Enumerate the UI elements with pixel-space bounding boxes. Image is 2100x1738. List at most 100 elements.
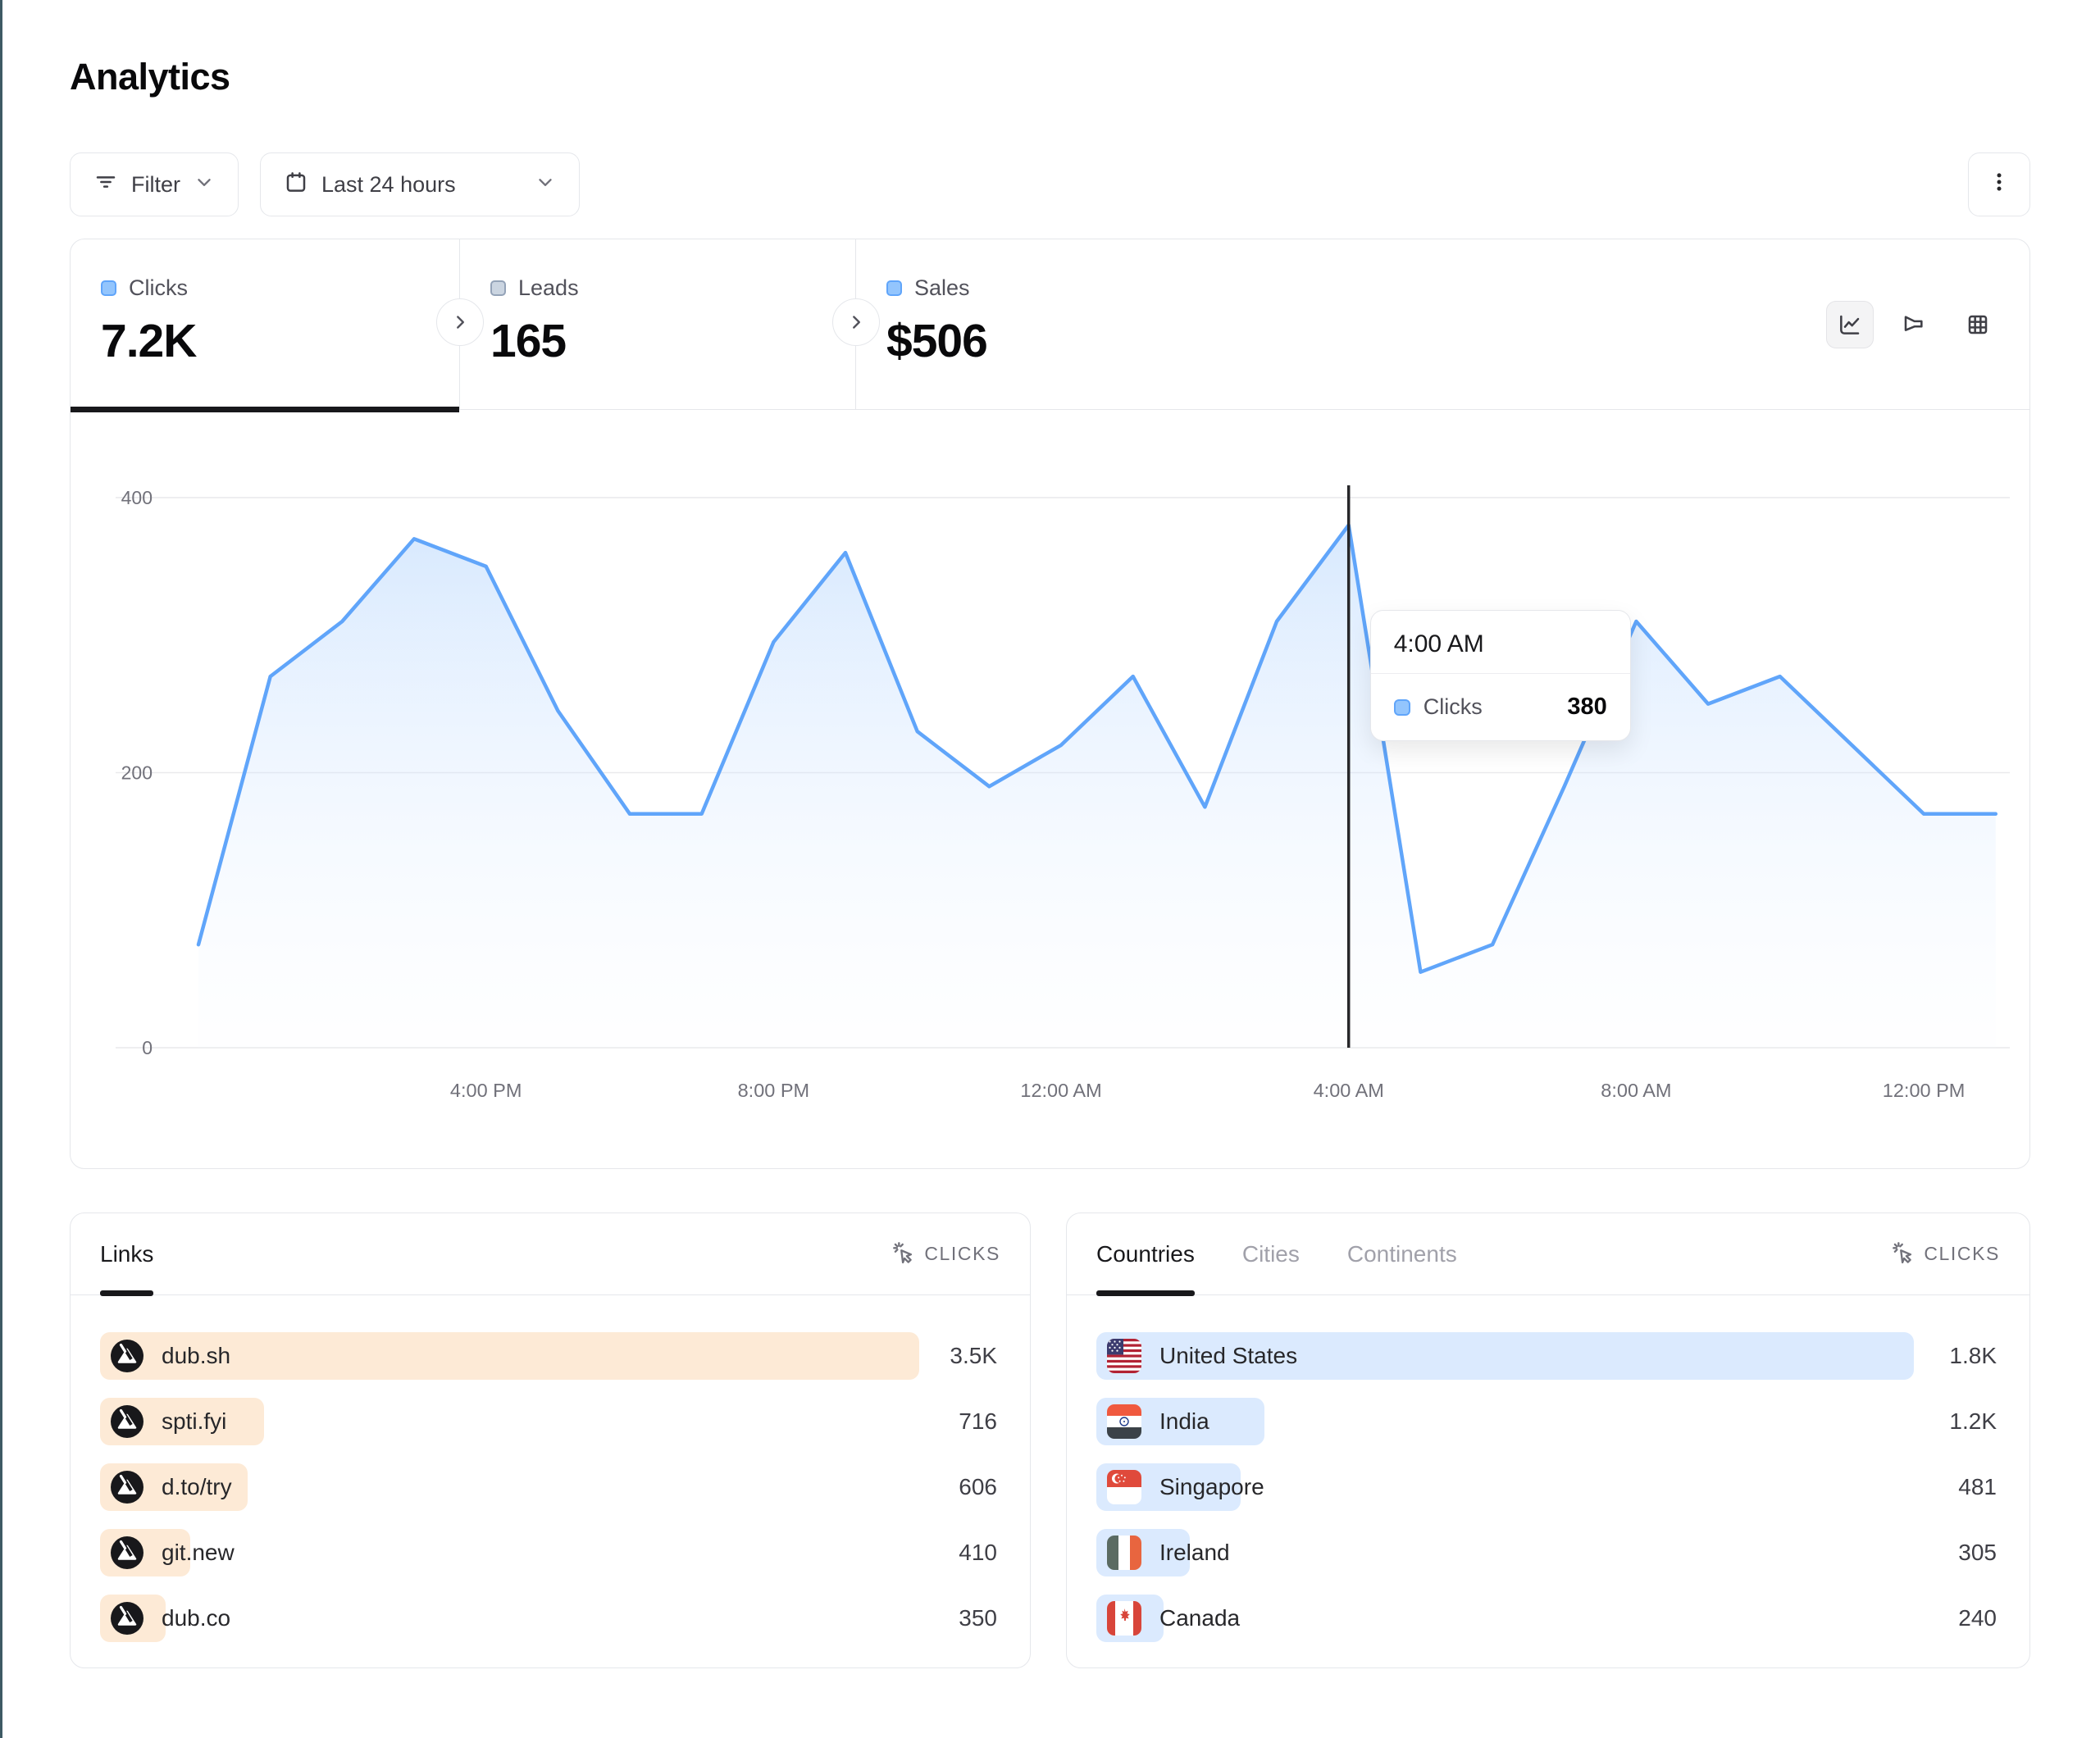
filter-icon	[93, 170, 118, 200]
country-clicks: 1.2K	[1949, 1408, 2000, 1435]
date-range-label: Last 24 hours	[321, 172, 456, 198]
ireland-flag-icon	[1107, 1536, 1141, 1570]
countries-list: United States 1.8K India 1.2K	[1067, 1295, 2029, 1642]
country-row-india[interactable]: India 1.2K	[1096, 1398, 2000, 1445]
svg-text:8:00 PM: 8:00 PM	[738, 1080, 810, 1101]
tooltip-value: 380	[1567, 694, 1606, 721]
country-label: Ireland	[1159, 1540, 1230, 1566]
canada-flag-icon	[1107, 1601, 1141, 1636]
singapore-flag-icon	[1107, 1470, 1141, 1504]
svg-text:4:00 AM: 4:00 AM	[1314, 1080, 1384, 1101]
tab-clicks[interactable]: Clicks 7.2K	[71, 239, 460, 409]
india-flag-icon	[1107, 1404, 1141, 1439]
clicks-series-marker	[1394, 699, 1410, 716]
svg-text:12:00 PM: 12:00 PM	[1883, 1080, 1966, 1101]
stat-label: Sales	[914, 275, 970, 301]
kebab-menu-icon	[1987, 170, 2011, 200]
country-row-united-states[interactable]: United States 1.8K	[1096, 1332, 2000, 1380]
tooltip-time: 4:00 AM	[1371, 611, 1630, 674]
link-clicks: 3.5K	[950, 1343, 1000, 1369]
funnel-view-button[interactable]	[1890, 301, 1938, 348]
dub-logo-icon	[111, 1471, 143, 1504]
stats-expand-button[interactable]	[436, 298, 484, 346]
tab-continents[interactable]: Continents	[1347, 1213, 1457, 1294]
table-view-button[interactable]	[1954, 301, 2002, 348]
calendar-icon	[284, 170, 308, 200]
link-row-d.to/try[interactable]: d.to/try 606	[100, 1463, 1000, 1511]
tab-sales[interactable]: Sales $506	[856, 239, 2029, 409]
links-panel: Links CLICKS dub.sh	[70, 1213, 1031, 1668]
svg-text:200: 200	[121, 762, 153, 784]
country-label: United States	[1159, 1343, 1297, 1369]
filter-button[interactable]: Filter	[70, 152, 239, 216]
svg-text:400: 400	[121, 487, 153, 508]
country-row-singapore[interactable]: Singapore 481	[1096, 1463, 2000, 1511]
country-row-ireland[interactable]: Ireland 305	[1096, 1529, 2000, 1576]
dub-logo-icon	[111, 1536, 143, 1569]
tooltip-series-label: Clicks	[1424, 694, 1483, 720]
chevron-down-icon	[535, 171, 556, 198]
svg-text:4:00 PM: 4:00 PM	[450, 1080, 522, 1101]
breakdown-panels: Links CLICKS dub.sh	[70, 1213, 2030, 1668]
country-label: Singapore	[1159, 1474, 1264, 1500]
link-label: dub.co	[162, 1605, 230, 1631]
clicks-value: 7.2K	[101, 314, 459, 368]
tab-leads[interactable]: Leads 165	[460, 239, 856, 409]
countries-panel-header: Countries Cities Continents CLICKS	[1067, 1213, 2029, 1295]
link-row-dub.sh[interactable]: dub.sh 3.5K	[100, 1332, 1000, 1380]
link-row-git.new[interactable]: git.new 410	[100, 1529, 1000, 1576]
chart-tooltip: 4:00 AM Clicks 380	[1370, 610, 1631, 741]
svg-text:12:00 AM: 12:00 AM	[1020, 1080, 1101, 1101]
stat-label: Clicks	[129, 275, 188, 301]
more-options-button[interactable]	[1968, 152, 2030, 216]
country-clicks: 240	[1958, 1605, 2000, 1631]
chart-canvas: 0 200 400 4:00 PM 8:00 PM 12:00 AM 4:00 AM 8:00…	[71, 410, 2029, 1168]
link-label: git.new	[162, 1540, 235, 1566]
leads-value: 165	[490, 314, 855, 368]
stat-label: Leads	[518, 275, 579, 301]
sales-series-marker	[886, 280, 902, 296]
link-clicks: 716	[959, 1408, 1000, 1435]
metric-selector[interactable]: CLICKS	[891, 1240, 1000, 1268]
cursor-click-icon	[1891, 1240, 1914, 1268]
metric-label: CLICKS	[924, 1243, 1000, 1265]
country-clicks: 481	[1958, 1474, 2000, 1500]
country-row-canada[interactable]: Canada 240	[1096, 1595, 2000, 1642]
date-range-button[interactable]: Last 24 hours	[260, 152, 580, 216]
us-flag-icon	[1107, 1339, 1141, 1373]
chart-view-toggles	[1826, 301, 2002, 348]
window-edge-accent	[0, 0, 2, 1738]
link-label: spti.fyi	[162, 1408, 226, 1435]
clicks-area-chart[interactable]: 0 200 400 4:00 PM 8:00 PM 12:00 AM 4:00 AM 8:00…	[71, 410, 2029, 1168]
metric-selector[interactable]: CLICKS	[1891, 1240, 2000, 1268]
links-panel-header: Links CLICKS	[71, 1213, 1030, 1295]
country-label: India	[1159, 1408, 1209, 1435]
link-row-dub.co[interactable]: dub.co 350	[100, 1595, 1000, 1642]
country-clicks: 1.8K	[1949, 1343, 2000, 1369]
svg-text:0: 0	[142, 1037, 153, 1058]
page-title: Analytics	[70, 56, 2030, 98]
dub-logo-icon	[111, 1602, 143, 1635]
toolbar: Filter Last 24 hours	[70, 152, 2030, 216]
cursor-click-icon	[891, 1240, 914, 1268]
links-list: dub.sh 3.5K spti.fyi 716	[71, 1295, 1030, 1642]
stats-tabs: Clicks 7.2K Leads 165 Sales $506	[71, 239, 2029, 410]
dub-logo-icon	[111, 1340, 143, 1372]
leads-series-marker	[490, 280, 506, 296]
link-row-spti.fyi[interactable]: spti.fyi 716	[100, 1398, 1000, 1445]
analytics-chart-card: Clicks 7.2K Leads 165 Sales $506	[70, 239, 2030, 1169]
stats-expand-button[interactable]	[832, 298, 880, 346]
link-label: d.to/try	[162, 1474, 232, 1500]
line-chart-view-button[interactable]	[1826, 301, 1874, 348]
link-clicks: 606	[959, 1474, 1000, 1500]
svg-text:8:00 AM: 8:00 AM	[1601, 1080, 1671, 1101]
clicks-series-marker	[101, 280, 116, 296]
tab-countries[interactable]: Countries	[1096, 1213, 1195, 1294]
link-clicks: 350	[959, 1605, 1000, 1631]
link-clicks: 410	[959, 1540, 1000, 1566]
tab-cities[interactable]: Cities	[1242, 1213, 1300, 1294]
metric-label: CLICKS	[1924, 1243, 2000, 1265]
countries-panel: Countries Cities Continents CLICKS	[1066, 1213, 2030, 1668]
country-clicks: 305	[1958, 1540, 2000, 1566]
tab-links[interactable]: Links	[100, 1213, 153, 1294]
